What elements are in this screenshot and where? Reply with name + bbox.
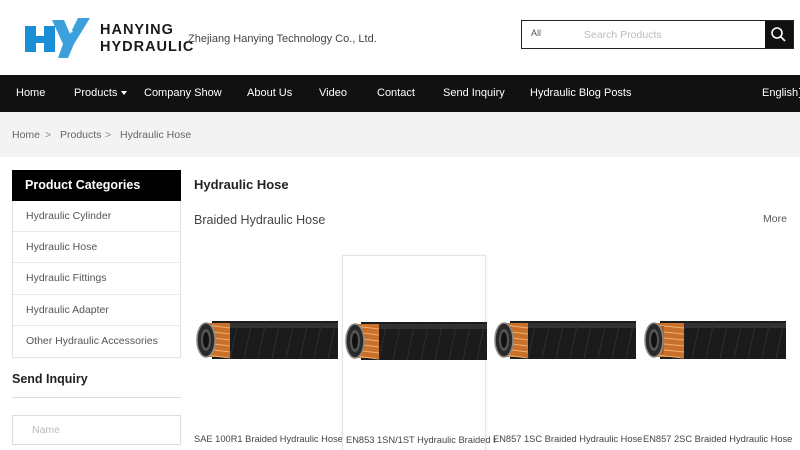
breadcrumb: Home > Products > Hydraulic Hose	[0, 112, 800, 157]
hose-image	[345, 321, 487, 361]
page-title: Hydraulic Hose	[194, 177, 289, 192]
nav-send-inquiry[interactable]: Send Inquiry	[443, 75, 505, 112]
hy-logo-icon	[25, 18, 90, 58]
nav-contact[interactable]: Contact	[377, 75, 415, 112]
company-logo[interactable]: HANYING HYDRAULIC	[22, 14, 193, 62]
nav-about-us[interactable]: About Us	[247, 75, 292, 112]
product-card[interactable]: SAE 100R1 Braided Hydraulic Hose	[194, 255, 343, 450]
language-label: English	[762, 87, 799, 99]
inquiry-name-field[interactable]	[12, 415, 181, 445]
main-nav: Home Products Company Show About Us Vide…	[0, 75, 800, 112]
breadcrumb-separator: >	[45, 129, 52, 141]
nav-products-label: Products	[74, 87, 118, 99]
category-other-accessories[interactable]: Other Hydraulic Accessories	[13, 326, 180, 357]
nav-company-show[interactable]: Company Show	[144, 75, 222, 112]
product-categories-heading: Product Categories	[12, 170, 181, 201]
site-header: HANYING HYDRAULIC Zhejiang Hanying Techn…	[0, 0, 800, 75]
search-button[interactable]	[765, 21, 793, 48]
nav-home[interactable]: Home	[16, 75, 45, 112]
company-name: Zhejiang Hanying Technology Co., Ltd.	[188, 33, 377, 45]
product-name[interactable]: EN857 2SC Braided Hydraulic Hose	[643, 433, 793, 445]
divider	[12, 397, 181, 398]
logo-line-2: HYDRAULIC	[100, 39, 195, 55]
search-input[interactable]	[578, 21, 766, 48]
more-link[interactable]: More	[763, 213, 787, 225]
category-hydraulic-fittings[interactable]: Hydraulic Fittings	[13, 263, 180, 295]
category-hydraulic-hose[interactable]: Hydraulic Hose	[13, 232, 180, 264]
breadcrumb-products[interactable]: Products	[60, 129, 101, 141]
product-card[interactable]: EN857 2SC Braided Hydraulic Hose	[642, 255, 792, 450]
nav-video[interactable]: Video	[319, 75, 347, 112]
nav-products[interactable]: Products	[74, 75, 128, 112]
hose-image	[494, 320, 636, 360]
search-category-select[interactable]: All	[531, 28, 541, 38]
category-hydraulic-adapter[interactable]: Hydraulic Adapter	[13, 295, 180, 326]
chevron-down-icon	[121, 91, 128, 96]
hose-image	[644, 320, 786, 360]
product-name[interactable]: SAE 100R1 Braided Hydraulic Hose	[194, 433, 344, 445]
language-selector[interactable]: English	[762, 75, 800, 112]
category-hydraulic-cylinder[interactable]: Hydraulic Cylinder	[13, 201, 180, 233]
section-title: Braided Hydraulic Hose	[194, 213, 326, 227]
breadcrumb-current: Hydraulic Hose	[120, 129, 192, 141]
logo-line-1: HANYING	[100, 22, 174, 38]
send-inquiry-title: Send Inquiry	[12, 372, 88, 386]
search-icon	[771, 27, 786, 42]
breadcrumb-home[interactable]: Home	[12, 129, 40, 141]
logo-wordmark: HANYING HYDRAULIC	[100, 22, 194, 56]
product-name[interactable]: EN857 1SC Braided Hydraulic Hose	[493, 433, 643, 445]
category-list: Hydraulic Cylinder Hydraulic Hose Hydrau…	[12, 201, 181, 358]
product-name[interactable]: EN853 1SN/1ST Hydraulic Braided Hose	[346, 434, 496, 446]
product-card[interactable]: EN853 1SN/1ST Hydraulic Braided Hose	[342, 255, 496, 450]
product-card[interactable]: EN857 1SC Braided Hydraulic Hose	[492, 255, 642, 450]
nav-blog-posts[interactable]: Hydraulic Blog Posts	[530, 75, 632, 112]
hose-image	[196, 320, 338, 360]
breadcrumb-separator: >	[105, 129, 112, 141]
search-bar: All	[521, 20, 794, 49]
